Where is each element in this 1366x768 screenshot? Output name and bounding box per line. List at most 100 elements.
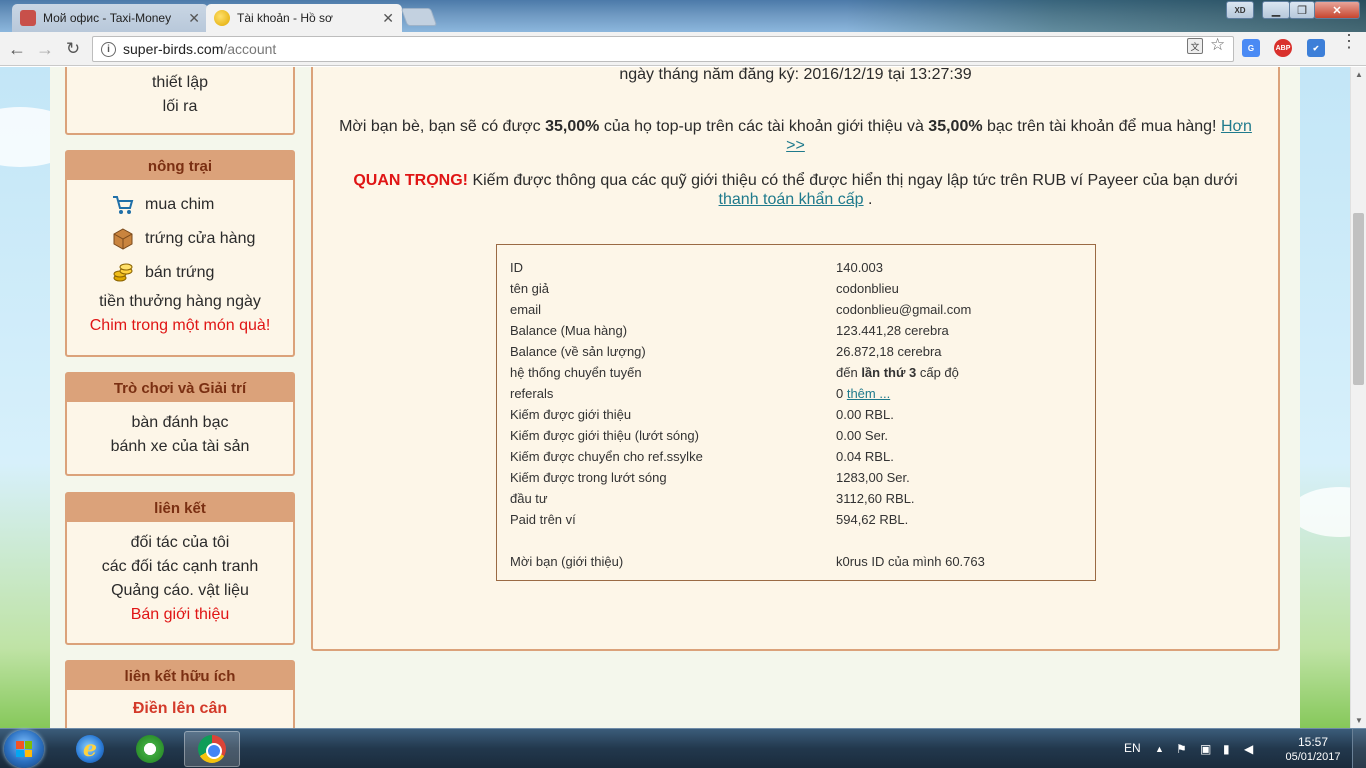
logout-link[interactable]: lối ra: [73, 95, 287, 119]
table-row: ID 140.003: [510, 257, 1090, 278]
table-row: hệ thống chuyển tuyến đến lần thứ 3 cấp đ…: [510, 362, 1090, 383]
row-value: 26.872,18 cerebra: [836, 344, 942, 359]
settings-link[interactable]: thiết lập: [73, 71, 287, 95]
coins-favicon-icon: [214, 10, 230, 26]
table-row: Kiếm được chuyển cho ref.ssylke 0.04 RBL.: [510, 446, 1090, 467]
taskbar-internet-explorer[interactable]: e: [62, 731, 118, 767]
level-bold: lần thứ 3: [861, 365, 917, 380]
referral-invite-text: Mời bạn bè, bạn sẽ có được 35,00% của họ…: [333, 117, 1258, 155]
row-key: hệ thống chuyển tuyến: [510, 365, 642, 380]
row-key: Kiếm được giới thiệu: [510, 407, 632, 422]
checkmark-extension-icon[interactable]: ✔: [1307, 39, 1325, 57]
wheel-of-fortune-link[interactable]: bánh xe của tài sản: [73, 435, 287, 459]
language-indicator[interactable]: EN: [1124, 741, 1141, 755]
tab-label: Мой офис - Taxi-Money: [43, 11, 172, 25]
invite-prefix: Mời bạn bè, bạn sẽ có được: [339, 118, 546, 135]
tab-account-profile[interactable]: Tài khoản - Hồ sơ ✕: [206, 4, 402, 32]
signal-bars-icon[interactable]: ▮: [1223, 742, 1230, 756]
row-value: 3112,60 RBL.: [836, 491, 915, 506]
show-hidden-icons-icon[interactable]: ▲: [1155, 744, 1164, 754]
table-row: Balance (về sản lượng) 26.872,18 cerebra: [510, 341, 1090, 362]
network-icon[interactable]: ▣: [1200, 742, 1211, 756]
user-profile-button[interactable]: XD: [1226, 1, 1254, 19]
account-profile-panel: ngày tháng năm đăng ký: 2016/12/19 tại 1…: [311, 67, 1280, 651]
top-up-balance-link[interactable]: Điền lên cân: [73, 697, 287, 721]
useful-links-heading: liên kết hữu ích: [67, 662, 293, 690]
taxi-money-favicon-icon: [20, 10, 36, 26]
close-icon[interactable]: ✕: [382, 10, 394, 27]
gift-bird-link[interactable]: Chim trong một món quà!: [73, 314, 287, 338]
farm-heading: nông trại: [67, 152, 293, 180]
row-value: đến lần thứ 3 cấp độ: [836, 362, 1090, 383]
close-icon[interactable]: ✕: [188, 10, 200, 27]
page-scrollbar[interactable]: ▲ ▼: [1350, 67, 1366, 728]
scrollbar-thumb[interactable]: [1353, 213, 1364, 385]
row-key: tên giả: [510, 281, 550, 296]
table-row: Kiếm được trong lướt sóng 1283,00 Ser.: [510, 467, 1090, 488]
invite-percent-2: 35,00%: [928, 118, 983, 135]
my-partners-link[interactable]: đối tác của tôi: [73, 531, 287, 555]
back-arrow-icon[interactable]: ←: [6, 38, 28, 60]
browser-titlebar: Мой офис - Taxi-Money ✕ Tài khoản - Hồ s…: [0, 0, 1366, 32]
browser-toolbar: ← → ↻ i super-birds.com/account 文 ☆ G AB…: [0, 32, 1366, 66]
kebab-menu-icon[interactable]: ⋮: [1340, 32, 1358, 50]
row-value: 594,62 RBL.: [836, 512, 909, 527]
egg-store-label: trứng cửa hàng: [145, 230, 256, 247]
registration-date: ngày tháng năm đăng ký: 2016/12/19 tại 1…: [619, 67, 972, 83]
sell-referrals-link[interactable]: Bán giới thiệu: [73, 603, 287, 627]
show-desktop-button[interactable]: [1352, 729, 1366, 768]
internet-explorer-icon: e: [76, 735, 104, 763]
row-value: codonblieu: [836, 281, 899, 296]
buy-birds-label: mua chim: [145, 196, 215, 213]
gold-coins-icon: [111, 262, 135, 284]
gambling-table-link[interactable]: bàn đánh bạc: [73, 411, 287, 435]
promo-materials-link[interactable]: Quảng cáo. vật liệu: [73, 579, 287, 603]
tab-label: Tài khoản - Hồ sơ: [237, 11, 333, 25]
table-row: Kiếm được giới thiệu 0.00 RBL.: [510, 404, 1090, 425]
start-button[interactable]: [4, 730, 44, 768]
referrals-more-link[interactable]: thêm ...: [847, 386, 890, 401]
forward-arrow-icon[interactable]: →: [34, 38, 56, 60]
table-row: referals 0 thêm ...: [510, 383, 1090, 404]
address-bar[interactable]: i super-birds.com/account: [92, 36, 1234, 62]
translate-page-icon[interactable]: 文: [1187, 38, 1203, 54]
maximize-button[interactable]: ❐: [1289, 1, 1315, 19]
new-tab-button[interactable]: [400, 8, 438, 26]
sell-eggs-link[interactable]: bán trứng: [73, 256, 287, 290]
clock-date[interactable]: 05/01/2017: [1282, 751, 1344, 763]
google-translate-extension-icon[interactable]: G: [1242, 39, 1260, 57]
buy-birds-link[interactable]: mua chim: [73, 188, 287, 222]
row-value: k0rus ID của mình 60.763: [836, 554, 985, 569]
links-menu-box: liên kết đối tác của tôi các đối tác cạn…: [65, 492, 295, 645]
egg-store-link[interactable]: trứng cửa hàng: [73, 222, 287, 256]
info-icon[interactable]: i: [101, 41, 116, 57]
tab-taxi-money[interactable]: Мой офис - Taxi-Money ✕: [12, 4, 208, 32]
web-page: thiết lập lối ra nông trại mua chim trứn…: [0, 67, 1350, 728]
games-menu-box: Trò chơi và Giải trí bàn đánh bạc bánh x…: [65, 372, 295, 476]
scroll-down-arrow-icon[interactable]: ▼: [1355, 716, 1363, 725]
reload-icon[interactable]: ↻: [62, 38, 84, 60]
row-value: 0.00 Ser.: [836, 428, 889, 443]
daily-bonus-link[interactable]: tiền thưởng hàng ngày: [73, 290, 287, 314]
invite-suffix: bạc trên tài khoản để mua hàng!: [982, 118, 1221, 135]
row-value: 140.003: [836, 260, 883, 275]
row-key: Kiếm được chuyển cho ref.ssylke: [510, 449, 703, 464]
games-heading: Trò chơi và Giải trí: [67, 374, 293, 402]
row-key: Balance (Mua hàng): [510, 323, 628, 338]
useful-links-box: liên kết hữu ích Điền lên cân: [65, 660, 295, 728]
competing-partners-link[interactable]: các đối tác cạnh tranh: [73, 555, 287, 579]
taskbar-app[interactable]: [122, 731, 178, 767]
action-center-flag-icon[interactable]: ⚑: [1176, 742, 1187, 756]
clock-time[interactable]: 15:57: [1282, 735, 1344, 749]
close-window-button[interactable]: ✕: [1314, 1, 1360, 19]
urgent-payment-link[interactable]: thanh toán khẩn cấp: [719, 191, 864, 208]
minimize-button[interactable]: ▁: [1262, 1, 1290, 19]
volume-icon[interactable]: ◀: [1244, 742, 1253, 756]
table-spacer: [510, 530, 1090, 551]
bookmark-star-icon[interactable]: ☆: [1210, 35, 1225, 55]
adblock-plus-extension-icon[interactable]: ABP: [1274, 39, 1292, 57]
taskbar-chrome[interactable]: [184, 731, 240, 767]
table-row: Balance (Mua hàng) 123.441,28 cerebra: [510, 320, 1090, 341]
scroll-up-arrow-icon[interactable]: ▲: [1355, 70, 1363, 79]
important-end: .: [863, 191, 873, 208]
